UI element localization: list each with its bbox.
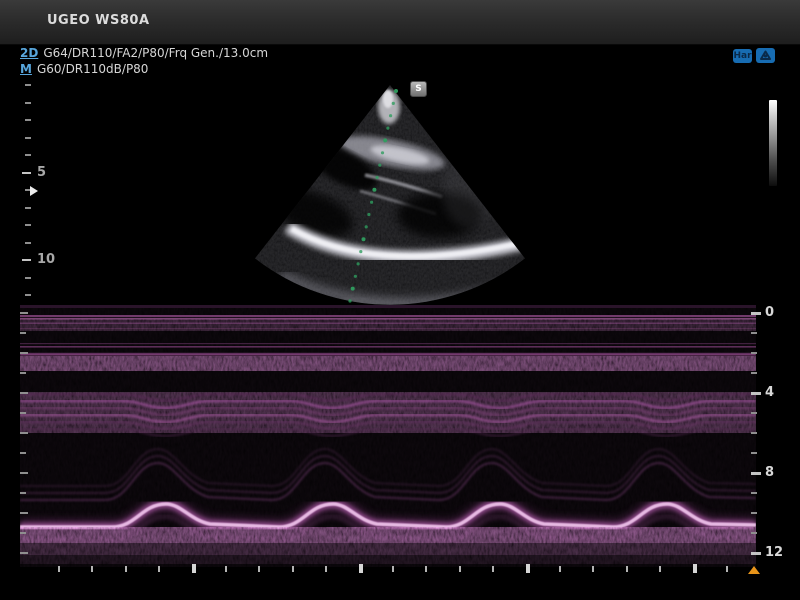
time-tick — [91, 566, 93, 572]
mode-2d-tag: 2D — [20, 46, 38, 60]
mmode-tick — [751, 412, 757, 414]
mmode-tick — [20, 392, 28, 394]
depth-tick — [25, 207, 31, 209]
time-tick — [58, 566, 60, 572]
time-tick — [726, 566, 728, 572]
mmode-tick — [751, 372, 757, 374]
time-tick — [192, 564, 196, 573]
mmode-tick — [20, 432, 28, 434]
depth-tick — [22, 259, 31, 261]
mmode-tick — [751, 352, 757, 354]
focus-marker-icon[interactable] — [30, 186, 38, 196]
time-tick — [526, 564, 530, 573]
time-tick — [292, 566, 294, 572]
time-tick — [359, 564, 363, 573]
params-2d: G64/DR110/FA2/P80/Frq Gen./13.0cm — [43, 46, 268, 60]
mode-m-tag: M — [20, 62, 32, 76]
time-tick — [693, 564, 697, 573]
time-tick — [559, 566, 561, 572]
depth-tick — [25, 277, 31, 279]
time-tick — [325, 566, 327, 572]
system-title: UGEO WS80A — [47, 13, 150, 28]
mmode-depth-label: 4 — [765, 385, 774, 400]
mmode-tick — [20, 552, 28, 554]
mmode-tick — [751, 492, 757, 494]
mmode-tick — [20, 492, 26, 494]
mmode-tick — [751, 472, 761, 475]
mmode-tick — [20, 352, 28, 354]
time-tick — [492, 566, 494, 572]
titlebar: UGEO WS80A — [0, 0, 800, 45]
depth-tick — [25, 84, 31, 86]
probe-icon — [756, 48, 775, 63]
sweep-position-icon — [748, 566, 760, 574]
info-line-2d: 2D G64/DR110/FA2/P80/Frq Gen./13.0cm — [20, 46, 268, 61]
bmode-image[interactable] — [140, 75, 640, 310]
probe-rotate-glyph — [756, 48, 775, 63]
depth-tick — [22, 172, 31, 174]
mmode-tick — [20, 472, 28, 474]
mmode-tick — [20, 332, 26, 334]
time-tick — [626, 566, 628, 572]
time-tick — [425, 566, 427, 572]
params-m: G60/DR110dB/P80 — [37, 62, 149, 76]
depth-tick — [25, 154, 31, 156]
depth-label: 10 — [37, 252, 55, 267]
mmode-tick — [751, 552, 761, 555]
harmonic-badge: Har — [733, 49, 752, 63]
mmode-tick — [751, 332, 757, 334]
time-tick — [225, 566, 227, 572]
time-tick — [659, 566, 661, 572]
depth-tick — [25, 102, 31, 104]
time-tick — [392, 566, 394, 572]
info-line-m: M G60/DR110dB/P80 — [20, 62, 148, 77]
mmode-tick — [20, 512, 28, 514]
time-tick — [258, 566, 260, 572]
mmode-tick — [20, 412, 26, 414]
mmode-depth-label: 12 — [765, 545, 783, 560]
mmode-tick — [751, 312, 761, 315]
mmode-trace — [20, 305, 756, 567]
mmode-tick — [20, 532, 26, 534]
orientation-marker: S — [410, 81, 427, 97]
time-tick — [459, 566, 461, 572]
depth-tick — [25, 242, 31, 244]
mmode-tick — [20, 312, 28, 314]
bmode-sector — [140, 75, 640, 310]
time-tick — [592, 566, 594, 572]
mmode-tick — [751, 452, 757, 454]
time-tick — [125, 566, 127, 572]
depth-tick — [25, 224, 31, 226]
depth-tick — [25, 119, 31, 121]
mmode-depth-label: 0 — [765, 305, 774, 320]
mmode-tick — [751, 512, 757, 514]
grayscale-bar — [769, 100, 777, 186]
mmode-depth-label: 8 — [765, 465, 774, 480]
time-tick — [158, 566, 160, 572]
mmode-tick — [751, 392, 761, 395]
mmode-tick — [751, 432, 757, 434]
depth-tick — [25, 294, 31, 296]
mmode-tick — [751, 532, 757, 534]
mmode-tick — [20, 452, 26, 454]
depth-label: 5 — [37, 165, 46, 180]
ultrasound-screen: UGEO WS80A 2D G64/DR110/FA2/P80/Frq Gen./… — [0, 0, 800, 600]
mmode-tick — [20, 372, 26, 374]
depth-tick — [25, 137, 31, 139]
